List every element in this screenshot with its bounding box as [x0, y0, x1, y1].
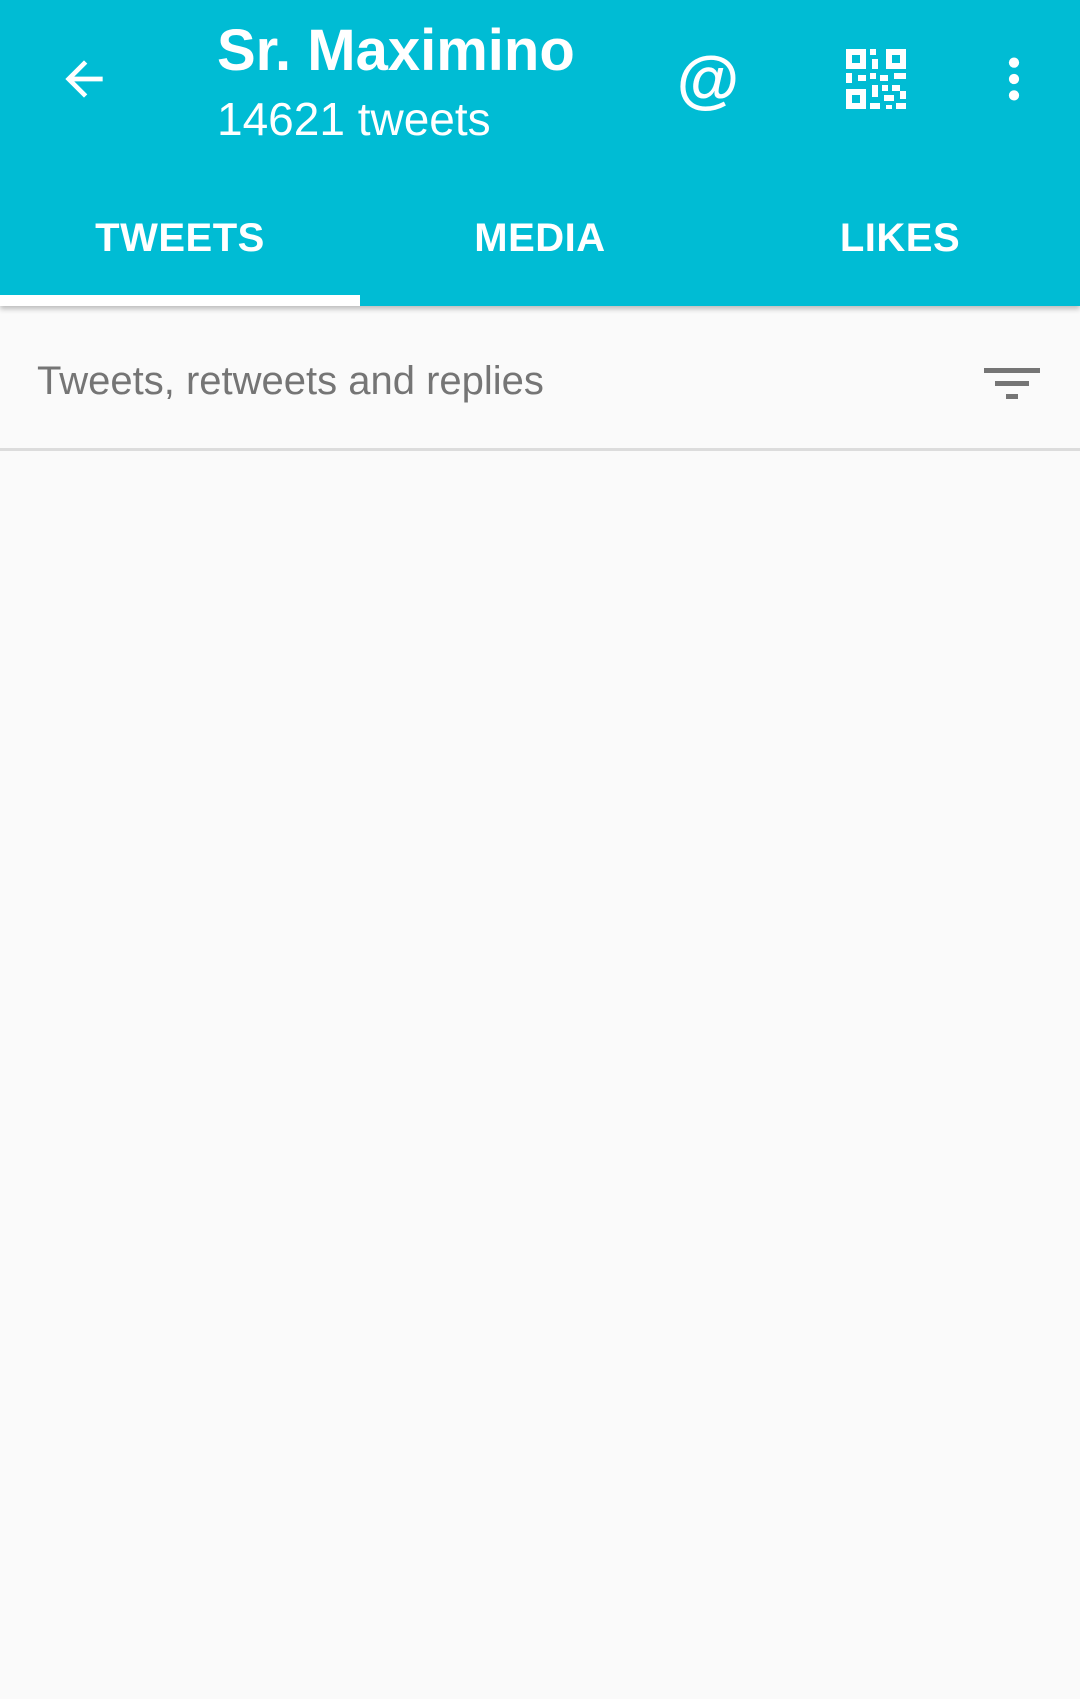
- more-options-button[interactable]: [966, 31, 1062, 127]
- tab-selected-indicator: [0, 295, 360, 306]
- tweet-count: 14621 tweets: [217, 93, 491, 145]
- tweet-list[interactable]: [0, 451, 1080, 1699]
- tab-tweets-label: TWEETS: [95, 215, 265, 260]
- filter-list-icon[interactable]: [984, 362, 1040, 406]
- tab-media-label: MEDIA: [474, 215, 606, 260]
- title-block: Sr. Maximino 14621 tweets: [217, 18, 575, 148]
- tab-likes[interactable]: LIKES: [720, 190, 1080, 306]
- profile-name: Sr. Maximino: [217, 18, 575, 83]
- tab-likes-label: LIKES: [839, 215, 961, 260]
- tab-media[interactable]: MEDIA: [360, 190, 720, 306]
- at-icon: @: [676, 43, 740, 115]
- tweet-filter-selector[interactable]: Tweets, retweets and replies: [0, 306, 1080, 451]
- arrow-back-icon: [65, 60, 103, 98]
- app-bar: Sr. Maximino 14621 tweets @ TWEETS MEDIA…: [0, 0, 1080, 306]
- filter-label: Tweets, retweets and replies: [37, 359, 544, 403]
- qr-code-icon: [846, 49, 906, 109]
- back-button[interactable]: [36, 31, 132, 127]
- tab-tweets[interactable]: TWEETS: [0, 190, 360, 306]
- more-vert-icon: [1008, 57, 1020, 101]
- toolbar: Sr. Maximino 14621 tweets @: [0, 0, 1080, 170]
- tab-bar: TWEETS MEDIA LIKES: [0, 190, 1080, 306]
- mention-button[interactable]: @: [660, 31, 756, 127]
- qr-code-button[interactable]: [828, 31, 924, 127]
